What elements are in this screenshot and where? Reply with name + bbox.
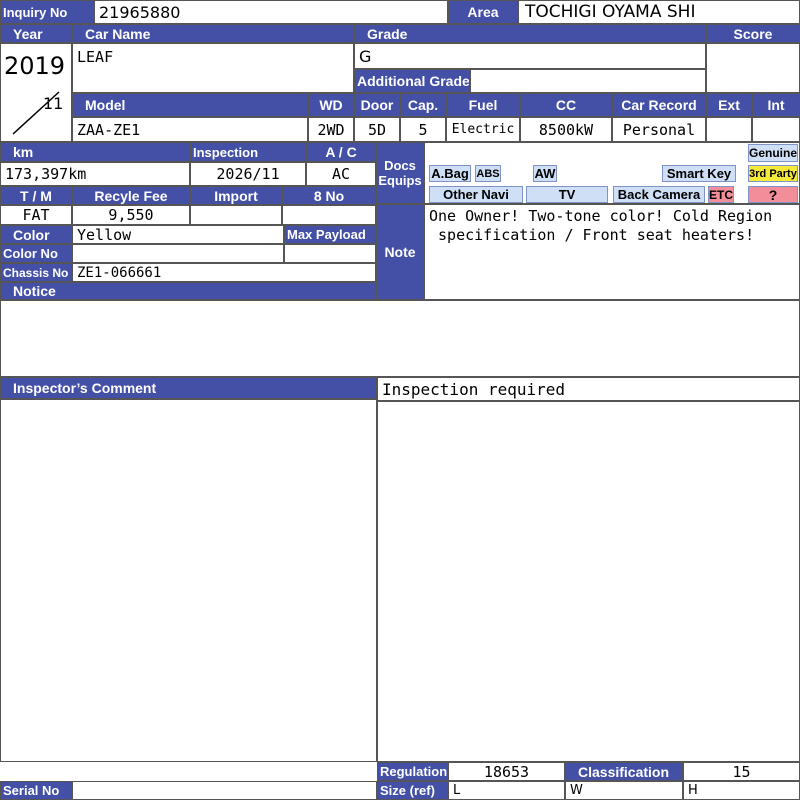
year-label: Year bbox=[0, 24, 72, 43]
equip-other-navi: Other Navi bbox=[429, 186, 523, 203]
area-label: Area bbox=[448, 0, 518, 24]
door-label: Door bbox=[354, 93, 400, 117]
recycle-fee-value: 9,550 bbox=[72, 205, 190, 225]
size-ref-label: Size (ref) bbox=[377, 781, 448, 800]
cc-label: CC bbox=[520, 93, 612, 117]
chassis-no-value: ZE1-066661 bbox=[72, 263, 376, 282]
note-label: Note bbox=[376, 204, 424, 300]
legend-unknown: ? bbox=[748, 186, 798, 203]
note-text: One Owner! Two-tone color! Cold Region s… bbox=[429, 207, 773, 244]
cc-value: 8500kW bbox=[520, 117, 612, 142]
notice-value bbox=[0, 300, 800, 377]
serial-no-value bbox=[72, 781, 377, 800]
door-value: 5D bbox=[354, 117, 400, 142]
km-label: km bbox=[0, 142, 190, 162]
eight-no-label: 8 No bbox=[282, 186, 376, 205]
tm-label: T / M bbox=[0, 186, 72, 205]
equip-aw: AW bbox=[533, 165, 557, 182]
score-label: Score bbox=[706, 24, 800, 43]
equip-airbag: A.Bag bbox=[429, 165, 471, 182]
docs-label: Docs bbox=[384, 158, 416, 173]
ext-value bbox=[706, 117, 752, 142]
note-panel: One Owner! Two-tone color! Cold Region s… bbox=[424, 204, 800, 300]
grade-label: Grade bbox=[354, 24, 706, 43]
inspector-comment-area bbox=[377, 401, 800, 762]
inspection-value: 2026/11 bbox=[190, 162, 306, 186]
year-cell: 2019 11 bbox=[0, 43, 72, 142]
car-record-label: Car Record bbox=[612, 93, 706, 117]
color-value: Yellow bbox=[72, 225, 284, 244]
wd-value: 2WD bbox=[308, 117, 354, 142]
legend-third-party: 3rd Party bbox=[748, 165, 798, 182]
year-month: 11 bbox=[43, 94, 64, 113]
inquiry-no-label: Inquiry No bbox=[0, 0, 94, 24]
int-label: Int bbox=[752, 93, 800, 117]
max-payload-label: Max Payload bbox=[284, 225, 376, 244]
tm-value: FAT bbox=[0, 205, 72, 225]
size-w-cell: W bbox=[565, 781, 683, 800]
color-label: Color bbox=[0, 225, 72, 244]
classification-label: Classification bbox=[565, 762, 683, 781]
chassis-no-label: Chassis No bbox=[0, 263, 72, 282]
notice-label: Notice bbox=[0, 282, 376, 300]
max-payload-value bbox=[284, 244, 376, 263]
recycle-fee-label: Recyle Fee bbox=[72, 186, 190, 205]
inspector-comment-text: Inspection required bbox=[377, 377, 800, 401]
equip-tv: TV bbox=[526, 186, 608, 203]
car-name-label: Car Name bbox=[72, 24, 354, 43]
grade-value: G bbox=[354, 43, 706, 69]
cap-value: 5 bbox=[400, 117, 446, 142]
inspector-comment-label: Inspector’s Comment bbox=[0, 377, 377, 399]
eight-no-value bbox=[282, 205, 376, 225]
legend-genuine: Genuine bbox=[748, 144, 798, 162]
additional-grade-value bbox=[470, 69, 706, 93]
ac-label: A / C bbox=[306, 142, 376, 162]
equip-back-camera: Back Camera bbox=[613, 186, 705, 203]
year-value: 2019 bbox=[4, 52, 66, 80]
area-value: TOCHIGI OYAMA SHI bbox=[518, 0, 800, 24]
color-no-label: Color No bbox=[0, 244, 72, 263]
regulation-label: Regulation bbox=[377, 762, 448, 781]
model-label: Model bbox=[72, 93, 308, 117]
score-value bbox=[706, 43, 800, 93]
ac-value: AC bbox=[306, 162, 376, 186]
inspection-label: Inspection bbox=[190, 142, 306, 162]
additional-grade-label: Additional Grade bbox=[354, 69, 470, 93]
import-label: Import bbox=[190, 186, 282, 205]
size-l-cell: L bbox=[448, 781, 565, 800]
wd-label: WD bbox=[308, 93, 354, 117]
fuel-label: Fuel bbox=[446, 93, 520, 117]
equip-etc: ETC bbox=[708, 186, 734, 203]
cap-label: Cap. bbox=[400, 93, 446, 117]
classification-value: 15 bbox=[683, 762, 800, 781]
ext-label: Ext bbox=[706, 93, 752, 117]
car-name-value: LEAF bbox=[72, 43, 354, 93]
color-no-value bbox=[72, 244, 284, 263]
fuel-value: Electric bbox=[446, 117, 520, 142]
size-h-cell: H bbox=[683, 781, 800, 800]
regulation-value: 18653 bbox=[448, 762, 565, 781]
int-value bbox=[752, 117, 800, 142]
serial-no-label: Serial No bbox=[0, 781, 72, 800]
import-value bbox=[190, 205, 282, 225]
equip-abs: ABS bbox=[475, 165, 501, 182]
km-value: 173,397km bbox=[0, 162, 190, 186]
model-value: ZAA-ZE1 bbox=[72, 117, 308, 142]
docs-equips-label: Docs Equips bbox=[376, 142, 424, 204]
inquiry-no-value: 21965880 bbox=[94, 0, 448, 24]
inspector-comment-left-area bbox=[0, 399, 377, 762]
equips-label: Equips bbox=[378, 173, 422, 188]
equip-smart-key: Smart Key bbox=[662, 165, 736, 182]
car-record-value: Personal bbox=[612, 117, 706, 142]
